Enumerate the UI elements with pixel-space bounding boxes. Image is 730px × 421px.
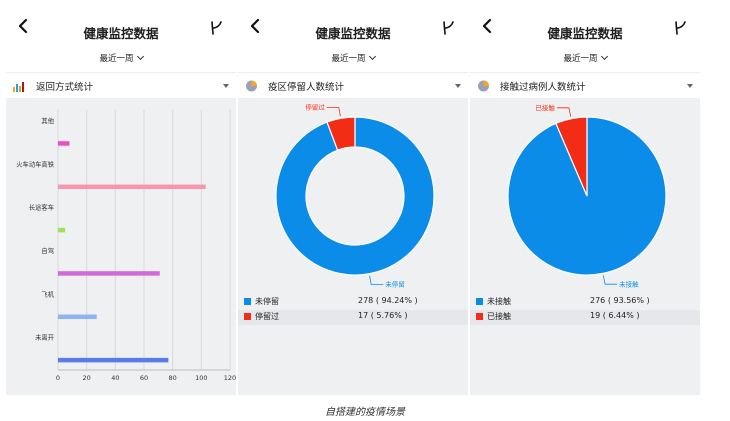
chart-selector[interactable]: 接触过病例人数统计 [470, 72, 700, 99]
chart-selector[interactable]: 返回方式统计 [6, 72, 236, 99]
dropdown-caret-icon [687, 84, 693, 88]
x-tick-label: 0 [56, 374, 60, 382]
x-tick-label: 40 [111, 374, 119, 382]
legend-row: 已接触 19 ( 6.44% ) [470, 310, 700, 325]
legend-value: 276 ( 93.56% ) [590, 296, 650, 305]
slice-label: 停留过 [305, 103, 325, 112]
dashboard-panel-return-method: 健康监控数据 最近一周 返回方式统计 0 20 40 60 80 100 120 其他火车动车… [6, 0, 236, 395]
pin-icon[interactable] [674, 20, 688, 36]
figure-caption: 自搭建的疫情场景 [325, 407, 405, 418]
legend-value: 17 ( 5.76% ) [358, 311, 408, 320]
legend: 未接触 276 ( 93.56% ) 已接触 19 ( 6.44% ) [470, 295, 700, 327]
page-title: 健康监控数据 [547, 26, 623, 41]
chart-area: 未停留 停留过 未停留 278 ( 94.24% ) 停留过 17 ( 5.76%… [238, 98, 468, 395]
period-dropdown[interactable]: 最近一周 [6, 52, 236, 64]
chevron-down-icon [600, 52, 608, 61]
bar [58, 184, 206, 190]
legend-row: 未接触 276 ( 93.56% ) [470, 295, 700, 310]
legend-swatch [476, 313, 483, 320]
pie-chart-icon [478, 80, 489, 92]
chart-selector[interactable]: 疫区停留人数统计 [238, 72, 468, 99]
bar [58, 141, 70, 146]
pin-icon[interactable] [442, 20, 456, 36]
bar-chart-icon [13, 82, 24, 92]
donut-chart: 未停留 停留过 [275, 103, 435, 289]
legend-swatch [476, 298, 483, 305]
legend-label: 未接触 [487, 297, 511, 306]
slice-label: 已接触 [535, 103, 555, 112]
legend-label: 未停留 [255, 297, 279, 306]
pie-chart: 未接触 已接触 [507, 103, 667, 288]
chart-selector-label: 接触过病例人数统计 [500, 82, 586, 93]
legend-label: 已接触 [487, 312, 511, 321]
chevron-down-icon [368, 52, 376, 61]
y-category-label: 自驾 [41, 246, 54, 255]
legend-label: 停留过 [255, 312, 279, 321]
x-tick-label: 100 [195, 374, 207, 382]
legend: 未停留 278 ( 94.24% ) 停留过 17 ( 5.76% ) [238, 295, 468, 327]
legend-swatch [244, 298, 251, 305]
x-tick-label: 60 [140, 374, 148, 382]
chart-selector-label: 返回方式统计 [36, 82, 94, 93]
chart-area: 0 20 40 60 80 100 120 其他火车动车高铁长途客车自驾飞机未离开 [6, 98, 236, 395]
pie-chart-icon [246, 80, 257, 92]
bar [58, 314, 97, 320]
page-title: 健康监控数据 [83, 26, 159, 41]
bar [58, 271, 160, 276]
slice-label: 未停留 [385, 280, 405, 289]
y-category-label: 长途客车 [29, 203, 54, 212]
period-label: 最近一周 [331, 54, 366, 64]
header: 健康监控数据 [6, 0, 236, 48]
x-tick-label: 20 [83, 374, 91, 382]
slice-leader-line [602, 275, 618, 285]
dropdown-caret-icon [223, 84, 229, 88]
page-title: 健康监控数据 [315, 26, 391, 41]
slice-leader-line [369, 275, 384, 285]
legend-row: 停留过 17 ( 5.76% ) [238, 310, 468, 325]
slice-label: 未接触 [619, 279, 639, 288]
x-tick-label: 80 [169, 374, 177, 382]
y-category-label: 火车动车高铁 [16, 159, 54, 168]
pin-icon[interactable] [210, 20, 224, 36]
y-category-label: 其他 [41, 116, 54, 125]
header: 健康监控数据 [238, 0, 468, 48]
chevron-down-icon [136, 52, 144, 61]
legend-row: 未停留 278 ( 94.24% ) [238, 295, 468, 310]
slice-leader-line [326, 107, 341, 117]
period-label: 最近一周 [99, 54, 134, 64]
header: 健康监控数据 [470, 0, 700, 48]
x-tick-label: 120 [224, 374, 236, 382]
chart-area: 未接触 已接触 未接触 276 ( 93.56% ) 已接触 19 ( 6.44%… [470, 98, 700, 395]
bar [58, 357, 169, 363]
legend-value: 278 ( 94.24% ) [358, 296, 418, 305]
dropdown-caret-icon [455, 84, 461, 88]
chart-selector-label: 疫区停留人数统计 [268, 82, 345, 93]
y-category-label: 飞机 [41, 289, 54, 298]
legend-value: 19 ( 6.44% ) [590, 311, 640, 320]
period-dropdown[interactable]: 最近一周 [238, 52, 468, 64]
dashboard-panel-epidemic-stay: 健康监控数据 最近一周 疫区停留人数统计 未停留 停留过 未停留 278 ( 94… [238, 0, 468, 395]
bar [58, 227, 66, 233]
legend-swatch [244, 313, 251, 320]
y-category-label: 未离开 [35, 333, 54, 342]
horizontal-bar-chart: 0 20 40 60 80 100 120 其他火车动车高铁长途客车自驾飞机未离开 [16, 110, 236, 382]
slice-leader-line [556, 107, 572, 117]
dashboard-panel-case-contact: 健康监控数据 最近一周 接触过病例人数统计 未接触 已接触 未接触 276 ( 9… [470, 0, 700, 395]
period-dropdown[interactable]: 最近一周 [470, 52, 700, 64]
period-label: 最近一周 [563, 54, 598, 64]
